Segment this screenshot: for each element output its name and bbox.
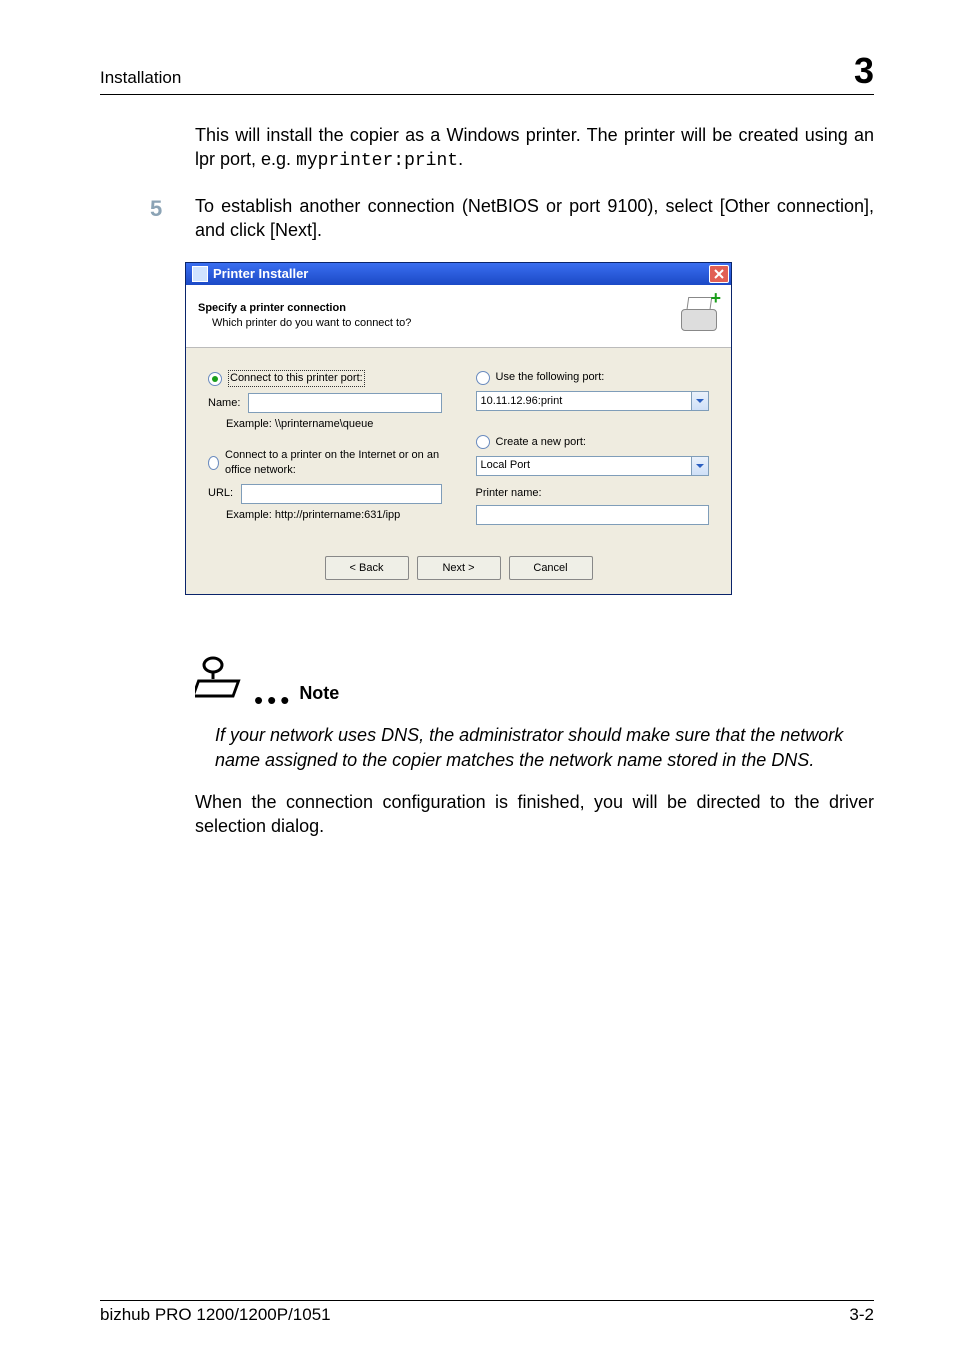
dialog-title: Printer Installer — [213, 265, 308, 283]
radio-internet[interactable]: Connect to a printer on the Internet or … — [208, 448, 442, 478]
step-number: 5 — [150, 194, 195, 243]
cancel-button[interactable]: Cancel — [509, 556, 593, 580]
chapter-number: 3 — [854, 50, 874, 92]
note-text: If your network uses DNS, the administra… — [215, 723, 874, 772]
text: . — [458, 149, 463, 169]
radio-label: Connect to a printer on the Internet or … — [225, 448, 441, 478]
printer-icon: + — [677, 295, 719, 337]
radio-use-port[interactable]: Use the following port: — [476, 370, 710, 385]
radio-icon — [208, 456, 219, 470]
back-button[interactable]: < Back — [325, 556, 409, 580]
name-label: Name: — [208, 396, 240, 411]
step-5: 5 To establish another connection (NetBI… — [195, 194, 874, 243]
use-port-select[interactable]: 10.11.12.96:print — [476, 391, 710, 411]
printer-installer-dialog: Printer Installer Specify a printer conn… — [185, 262, 732, 595]
create-port-select[interactable]: Local Port — [476, 456, 710, 476]
select-value: 10.11.12.96:print — [477, 392, 692, 410]
url-example: Example: http://printername:631/ipp — [226, 508, 442, 523]
chevron-down-icon — [691, 457, 708, 475]
step-text: To establish another connection (NetBIOS… — [195, 194, 874, 243]
radio-icon — [476, 435, 490, 449]
chevron-down-icon — [691, 392, 708, 410]
radio-icon — [208, 372, 222, 386]
printer-name-input[interactable] — [476, 505, 710, 525]
paragraph-after: When the connection configuration is fin… — [195, 790, 874, 839]
page-footer: bizhub PRO 1200/1200P/1051 3-2 — [100, 1300, 874, 1325]
radio-connect-port[interactable]: Connect to this printer port: — [208, 370, 442, 387]
radio-label: Connect to this printer port: — [228, 370, 365, 387]
section-title: Installation — [100, 68, 181, 88]
dialog-header: Specify a printer connection Which print… — [186, 285, 731, 348]
url-label: URL: — [208, 486, 233, 501]
app-icon — [192, 266, 208, 282]
select-value: Local Port — [477, 457, 692, 475]
footer-left: bizhub PRO 1200/1200P/1051 — [100, 1305, 331, 1325]
name-example: Example: \\printername\queue — [226, 417, 442, 432]
code-text: myprinter:print — [296, 151, 458, 171]
page-header: Installation 3 — [100, 50, 874, 95]
printer-name-label: Printer name: — [476, 486, 710, 501]
paragraph-install: This will install the copier as a Window… — [195, 123, 874, 174]
note-block: ••• Note If your network uses DNS, the a… — [195, 655, 874, 772]
close-icon — [714, 269, 724, 279]
dialog-header-title: Specify a printer connection — [198, 301, 677, 316]
note-label: Note — [299, 681, 339, 705]
radio-label: Create a new port: — [496, 435, 587, 450]
radio-icon — [476, 371, 490, 385]
radio-label: Use the following port: — [496, 370, 605, 385]
url-input[interactable] — [241, 484, 441, 504]
note-icon — [195, 655, 250, 705]
next-button[interactable]: Next > — [417, 556, 501, 580]
dialog-header-sub: Which printer do you want to connect to? — [212, 316, 677, 331]
name-input[interactable] — [248, 393, 441, 413]
footer-right: 3-2 — [849, 1305, 874, 1325]
titlebar[interactable]: Printer Installer — [186, 263, 731, 285]
radio-create-port[interactable]: Create a new port: — [476, 435, 710, 450]
close-button[interactable] — [709, 265, 729, 283]
note-dots: ••• — [254, 698, 293, 702]
